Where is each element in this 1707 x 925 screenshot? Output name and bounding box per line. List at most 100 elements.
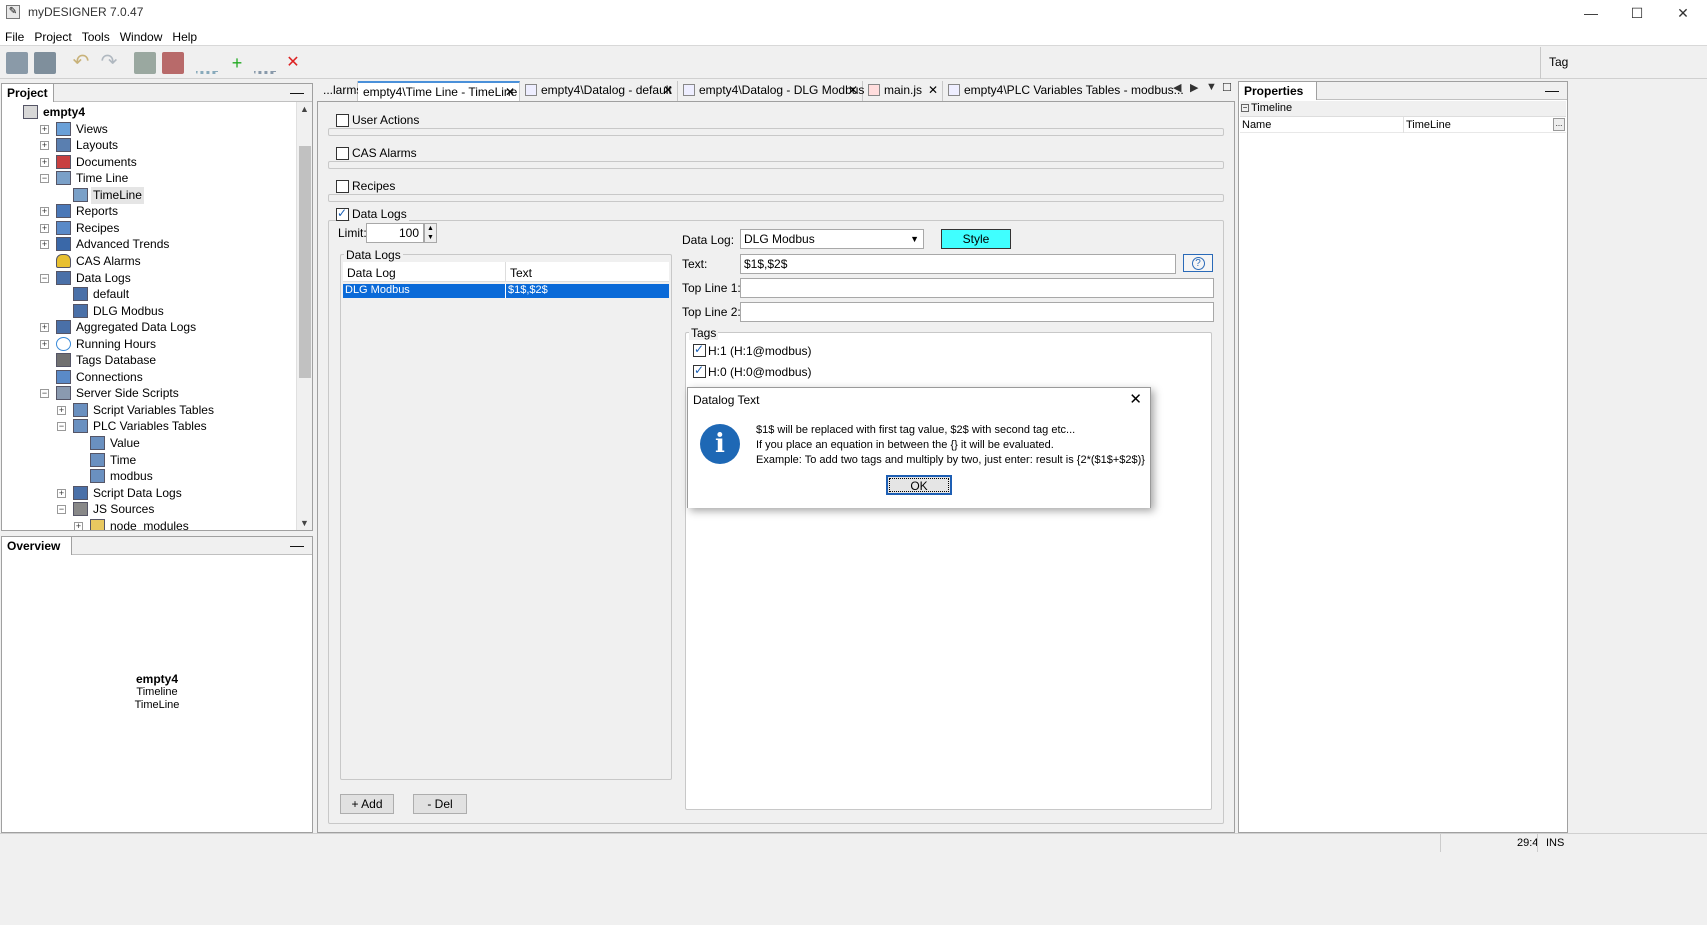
property-row-name[interactable]: Name TimeLine ... — [1240, 117, 1566, 133]
add-button[interactable]: + Add — [340, 794, 394, 814]
table-row[interactable]: DLG Modbus $1$,$2$ — [343, 284, 669, 298]
expand-icon[interactable]: + — [40, 124, 49, 134]
tab-timeline[interactable]: empty4\Time Line - TimeLine ✕ — [358, 81, 520, 101]
recipes-checkbox[interactable] — [336, 180, 349, 193]
minimize-overview-icon[interactable]: — — [290, 537, 304, 553]
limit-spinner[interactable]: ▲ ▼ — [424, 223, 437, 243]
save-icon[interactable] — [6, 52, 28, 74]
expand-icon[interactable]: + — [57, 405, 66, 415]
tree-item[interactable]: TimeLine — [6, 186, 294, 204]
close-tab-icon[interactable]: ✕ — [505, 83, 515, 102]
tree-item[interactable]: − PLC Variables Tables — [6, 418, 294, 435]
tree-item[interactable]: + Documents — [6, 154, 294, 171]
expand-icon[interactable]: + — [40, 323, 49, 333]
del-button[interactable]: - Del — [413, 794, 467, 814]
cas-alarms-checkbox[interactable] — [336, 147, 349, 160]
ok-button[interactable]: OK — [886, 475, 952, 495]
expand-icon[interactable]: + — [40, 339, 49, 349]
maximize-button[interactable]: ☐ — [1614, 0, 1660, 26]
save-all-icon[interactable] — [34, 52, 56, 74]
top-line2-input[interactable] — [740, 302, 1214, 322]
menu-tools[interactable]: Tools — [77, 26, 115, 44]
tab-plc-variables[interactable]: empty4\PLC Variables Tables - modbus... — [943, 81, 1184, 101]
tag-checkbox-h1[interactable] — [693, 342, 706, 357]
expand-icon[interactable]: + — [40, 223, 49, 233]
tab-list-icon[interactable]: ▼ — [1206, 81, 1217, 93]
tree-item[interactable]: − JS Sources — [6, 501, 294, 518]
redo-icon[interactable]: ↷ — [98, 52, 120, 74]
project-tree-scrollbar[interactable]: ▲ ▼ — [296, 102, 312, 530]
tree-item[interactable]: Connections — [6, 369, 294, 386]
tree-item[interactable]: CAS Alarms — [6, 253, 294, 270]
expand-icon[interactable]: + — [74, 521, 83, 530]
menu-file[interactable]: File — [0, 26, 29, 44]
tree-item[interactable]: − Server Side Scripts — [6, 385, 294, 402]
tree-item[interactable]: Value — [6, 435, 294, 452]
scrollbar-thumb[interactable] — [299, 146, 311, 378]
dialog-close-icon[interactable]: ✕ — [1129, 390, 1142, 408]
tab-alarms[interactable]: ...larms — [318, 81, 362, 101]
tab-datalog-dlg-modbus[interactable]: empty4\Datalog - DLG Modbus ✕ — [678, 81, 864, 101]
tree-item[interactable]: default — [6, 286, 294, 303]
user-actions-checkbox[interactable] — [336, 114, 349, 127]
tree-item[interactable]: + Layouts — [6, 137, 294, 154]
close-tab-icon[interactable]: ✕ — [848, 81, 858, 100]
menu-window[interactable]: Window — [115, 26, 168, 44]
tag-checkbox-h0[interactable] — [693, 363, 706, 378]
tag-tree-icon[interactable] — [196, 52, 218, 74]
remove-tag-icon[interactable]: ✕ — [282, 52, 304, 74]
maximize-editor-icon[interactable]: ☐ — [1222, 81, 1232, 94]
add-tag-icon[interactable]: + — [226, 52, 248, 74]
expand-icon[interactable]: + — [40, 141, 49, 151]
expand-icon[interactable]: + — [57, 488, 66, 498]
import-icon[interactable] — [134, 52, 156, 74]
minimize-button[interactable]: — — [1568, 0, 1614, 26]
ellipsis-button[interactable]: ... — [1553, 118, 1565, 131]
menu-project[interactable]: Project — [29, 26, 76, 44]
menu-help[interactable]: Help — [167, 26, 202, 44]
tree-item[interactable]: + Reports — [6, 203, 294, 220]
tree-item[interactable]: + Running Hours — [6, 336, 294, 353]
collapse-icon[interactable]: − — [40, 174, 49, 184]
collapse-icon[interactable]: − — [57, 422, 66, 432]
tree-item[interactable]: + Views — [6, 121, 294, 138]
collapse-icon[interactable]: − — [40, 389, 49, 399]
minimize-properties-icon[interactable]: — — [1545, 82, 1559, 98]
tree-item[interactable]: + Script Data Logs — [6, 485, 294, 502]
limit-input[interactable]: 100 — [366, 223, 424, 243]
tree-item[interactable]: + Advanced Trends — [6, 236, 294, 253]
tab-main-js[interactable]: main.js ✕ — [863, 81, 943, 101]
close-tab-icon[interactable]: ✕ — [928, 81, 938, 100]
tree-item[interactable]: − Data Logs — [6, 270, 294, 287]
collapse-icon[interactable]: − — [40, 273, 49, 283]
help-button[interactable]: ? — [1183, 254, 1213, 272]
tree-item[interactable]: + Recipes — [6, 220, 294, 237]
tab-datalog-default[interactable]: empty4\Datalog - default ✕ — [520, 81, 678, 101]
properties-section[interactable]: − Timeline — [1240, 101, 1566, 117]
data-logs-checkbox[interactable] — [336, 206, 349, 221]
tree-item[interactable]: DLG Modbus — [6, 303, 294, 320]
tag-link-icon[interactable] — [254, 52, 276, 74]
expand-icon[interactable]: + — [40, 240, 49, 250]
style-button[interactable]: Style — [941, 229, 1011, 249]
undo-icon[interactable]: ↶ — [70, 52, 92, 74]
scroll-tabs-right-icon[interactable]: ▶ — [1190, 81, 1198, 94]
expand-icon[interactable]: + — [40, 207, 49, 217]
text-input[interactable]: $1$,$2$ — [740, 254, 1176, 274]
tree-item[interactable]: Time — [6, 452, 294, 469]
top-line1-input[interactable] — [740, 278, 1214, 298]
tree-item[interactable]: + Script Variables Tables — [6, 402, 294, 419]
column-data-log[interactable]: Data Log — [347, 266, 396, 280]
delete-file-icon[interactable] — [162, 52, 184, 74]
expand-icon[interactable]: + — [40, 157, 49, 167]
tree-item[interactable]: −empty4 — [6, 104, 294, 121]
tree-item[interactable]: − Time Line — [6, 170, 294, 187]
tree-item[interactable]: Tags Database — [6, 352, 294, 369]
close-window-button[interactable]: ✕ — [1660, 0, 1706, 26]
overview-preview[interactable]: empty4 Timeline TimeLine — [2, 673, 312, 712]
datalog-select[interactable]: DLG Modbus ▼ — [740, 229, 924, 249]
scroll-tabs-left-icon[interactable]: ◀ — [1173, 81, 1181, 94]
tree-item[interactable]: + Aggregated Data Logs — [6, 319, 294, 336]
tree-item[interactable]: modbus — [6, 468, 294, 485]
collapse-icon[interactable]: − — [57, 505, 66, 515]
